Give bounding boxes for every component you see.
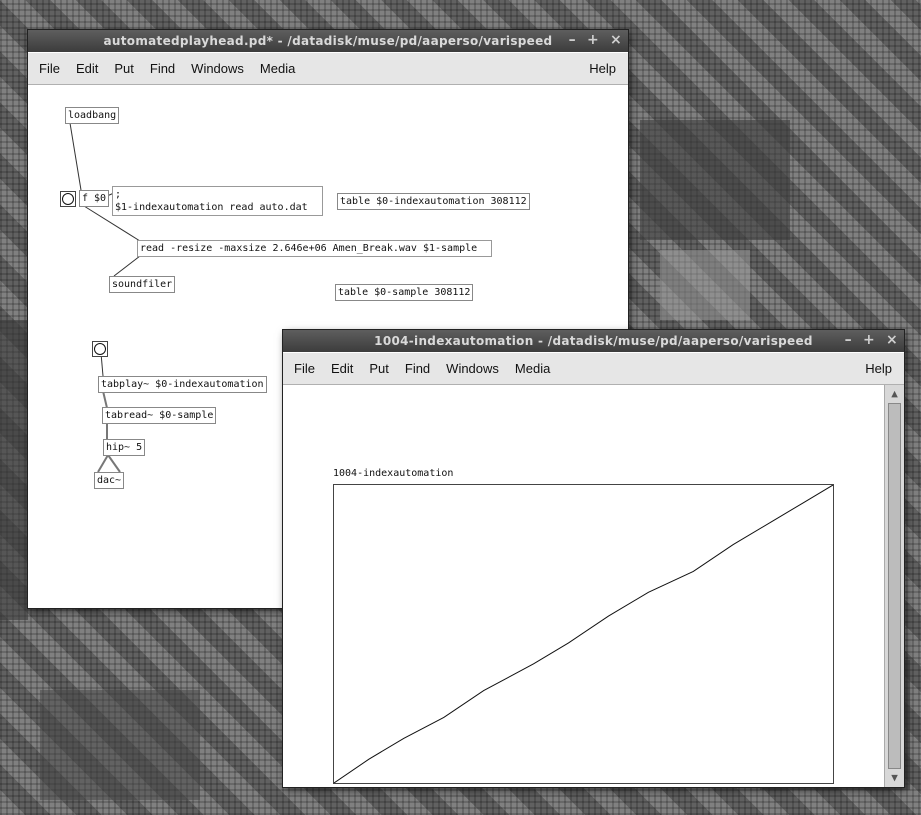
maximize-icon[interactable]: + [587,30,599,52]
menu-help[interactable]: Help [581,53,624,84]
bang-button-top[interactable] [60,191,76,207]
table-window-title: 1004-indexautomation - /datadisk/muse/pd… [374,334,813,348]
minimize-icon[interactable]: – [845,330,852,352]
maximize-icon[interactable]: + [863,330,875,352]
series-line [334,485,833,783]
menu-edit[interactable]: Edit [68,53,106,84]
scroll-down-icon[interactable]: ▼ [888,771,901,785]
tabplay-object[interactable]: tabplay~ $0-indexautomation [98,376,267,393]
menu-media[interactable]: Media [507,353,558,384]
main-menubar: File Edit Put Find Windows Media Help [28,53,628,85]
main-window-title: automatedplayhead.pd* - /datadisk/muse/p… [103,34,553,48]
table-window-titlebar[interactable]: 1004-indexautomation - /datadisk/muse/pd… [283,330,904,352]
close-icon[interactable]: × [886,330,898,352]
dac-object[interactable]: dac~ [94,472,125,489]
table-menubar: File Edit Put Find Windows Media Help [283,353,904,385]
menu-windows[interactable]: Windows [438,353,507,384]
float-object[interactable]: f $0 [79,190,110,207]
menu-file[interactable]: File [286,353,323,384]
menu-edit[interactable]: Edit [323,353,361,384]
table-window: 1004-indexautomation - /datadisk/muse/pd… [283,330,904,787]
menu-find[interactable]: Find [142,53,183,84]
soundfiler-object[interactable]: soundfiler [109,276,176,293]
vertical-scrollbar[interactable]: ▲ ▼ [884,385,904,787]
menu-help[interactable]: Help [857,353,900,384]
loadbang-object[interactable]: loadbang [65,107,120,124]
sample-table-object[interactable]: table $0-sample 308112 [335,284,474,301]
menu-put[interactable]: Put [361,353,397,384]
main-window-titlebar[interactable]: automatedplayhead.pd* - /datadisk/muse/p… [28,30,628,52]
scrollbar-thumb[interactable] [888,403,901,769]
hip-object[interactable]: hip~ 5 [103,439,146,456]
table-graph[interactable] [333,484,834,784]
menu-media[interactable]: Media [252,53,303,84]
table-window-controls: – + × [845,330,898,352]
menu-put[interactable]: Put [106,53,142,84]
close-icon[interactable]: × [610,30,622,52]
read-soundfile-message[interactable]: read -resize -maxsize 2.646e+06 Amen_Bre… [137,240,488,257]
auto-read-message[interactable]: ; $1-indexautomation read auto.dat [112,186,318,216]
menu-find[interactable]: Find [397,353,438,384]
index-table-object[interactable]: table $0-indexautomation 308112 [337,193,530,210]
main-window-controls: – + × [569,30,622,52]
bang-button-bottom[interactable] [92,341,108,357]
graph-title: 1004-indexautomation [333,468,454,479]
menu-windows[interactable]: Windows [183,53,252,84]
menu-file[interactable]: File [31,53,68,84]
tabread-object[interactable]: tabread~ $0-sample [102,407,217,424]
scroll-up-icon[interactable]: ▲ [888,387,901,401]
table-canvas[interactable]: 1004-indexautomation ▲ ▼ [283,385,904,787]
chart-plot [334,485,833,783]
minimize-icon[interactable]: – [569,30,576,52]
